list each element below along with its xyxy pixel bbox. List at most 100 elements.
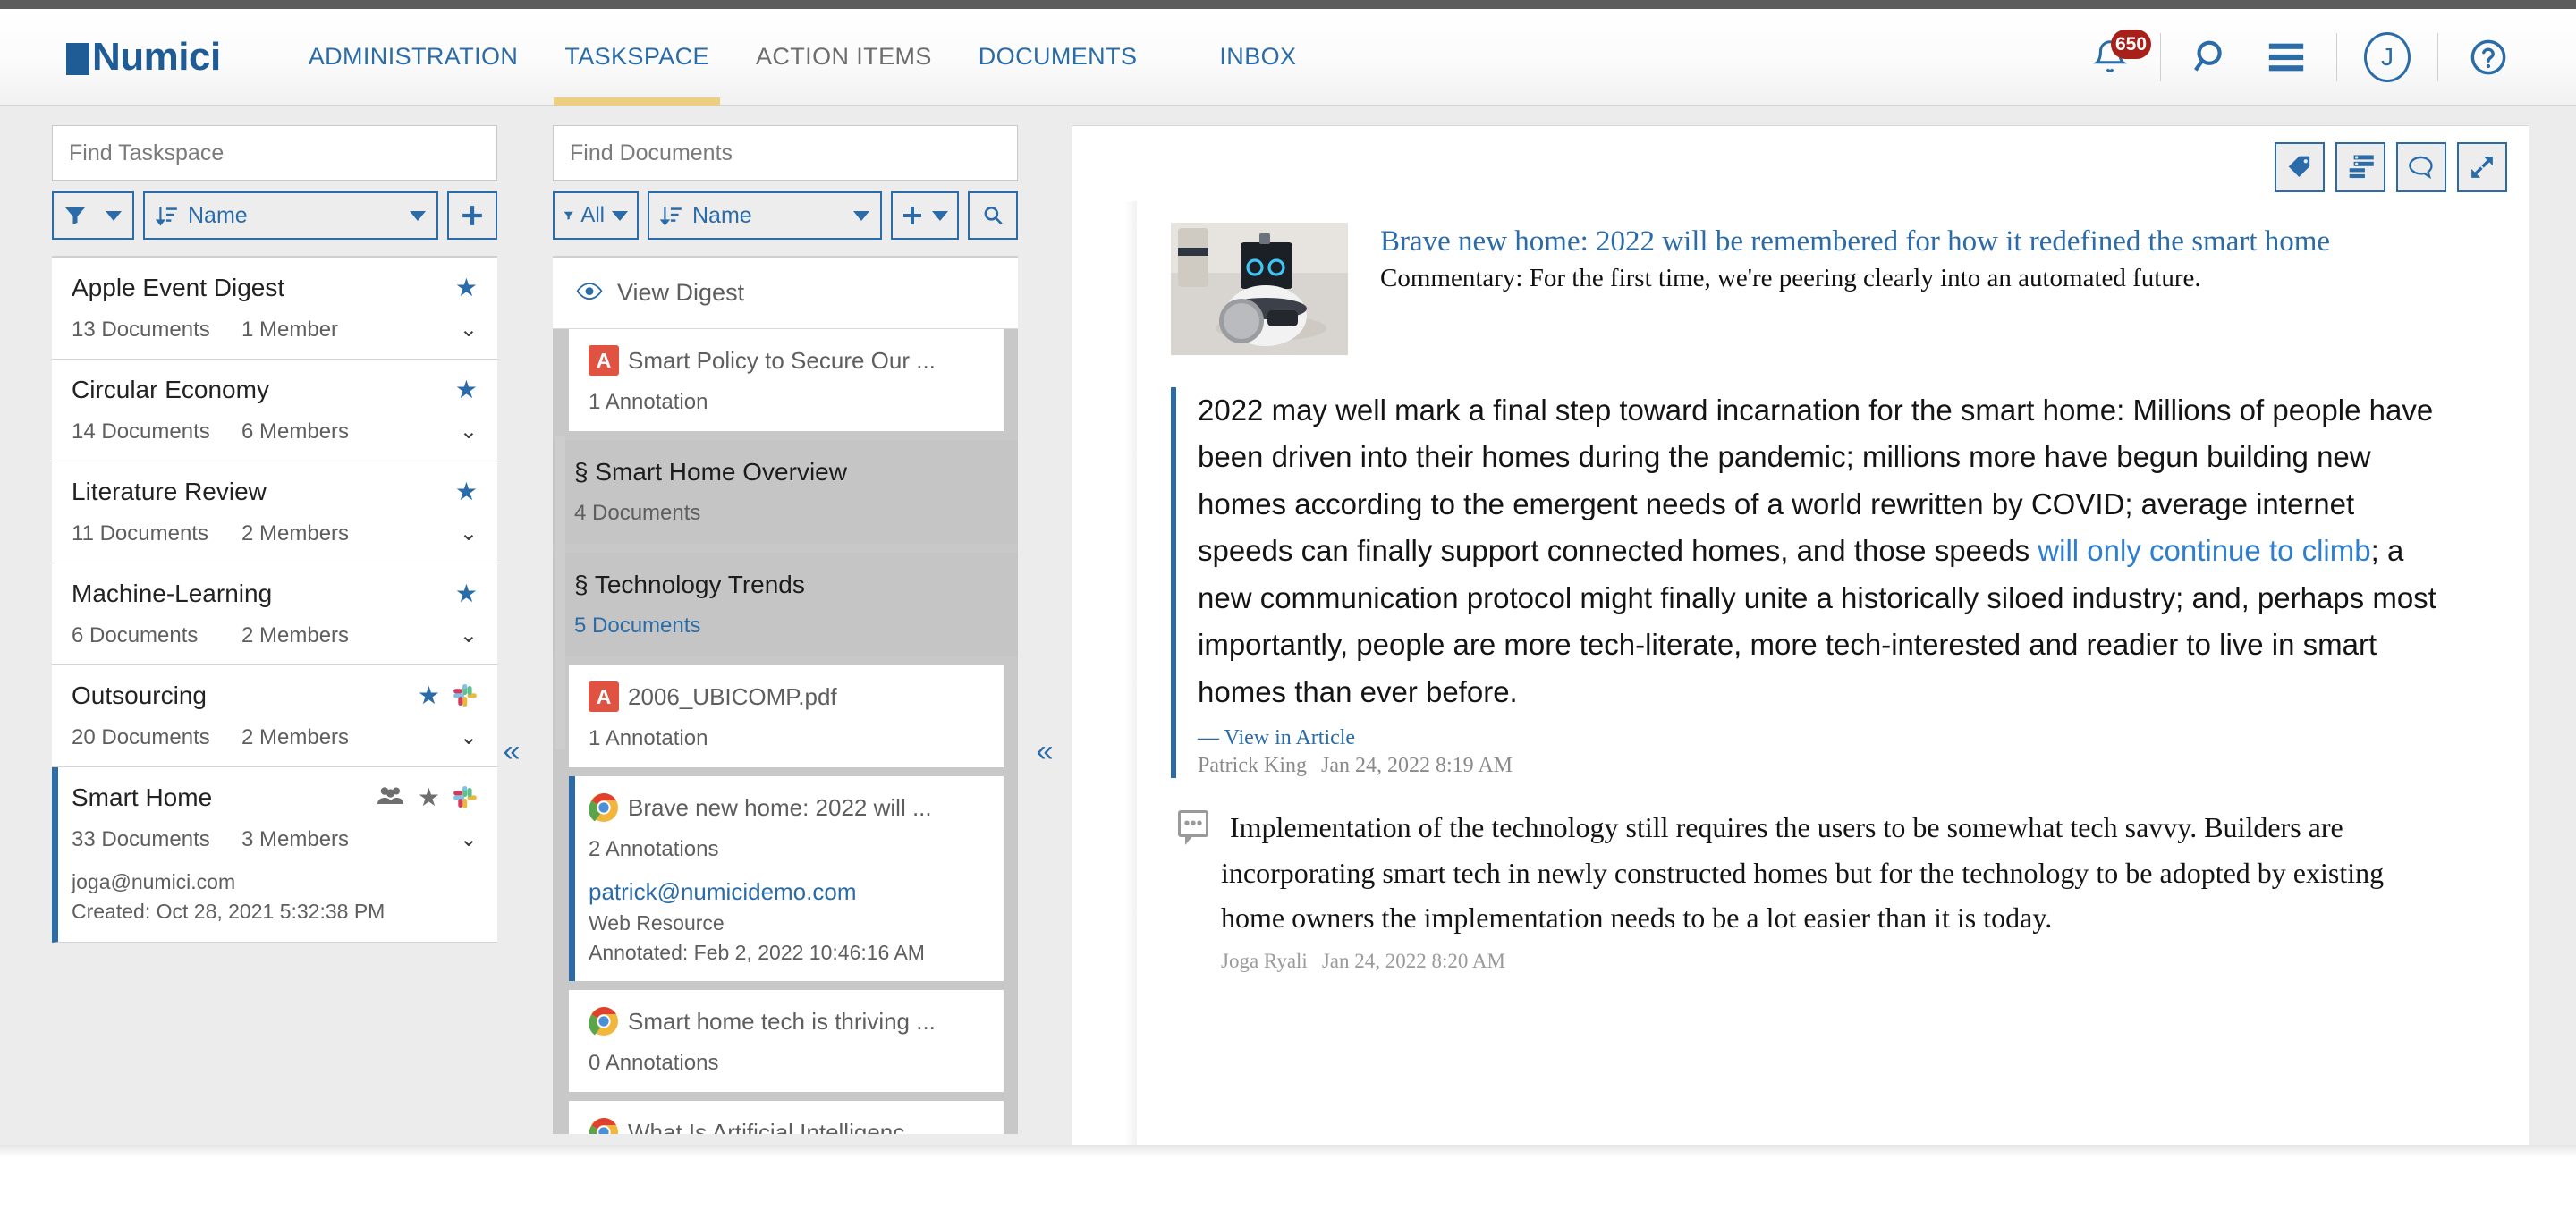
- documents-scrollbar-thumb[interactable]: [555, 436, 565, 749]
- document-card-brave-new-home[interactable]: Brave new home: 2022 will ... 2 Annotati…: [569, 776, 1004, 981]
- summary-button[interactable]: [2335, 142, 2385, 192]
- comment-timestamp: Jan 24, 2022 8:20 AM: [1321, 949, 1505, 972]
- section-document-count[interactable]: 5 Documents: [574, 614, 998, 639]
- comment-text: Implementation of the technology still r…: [1221, 811, 2385, 935]
- star-icon[interactable]: ★: [455, 377, 478, 402]
- taskspace-name: Circular Economy: [72, 376, 269, 403]
- view-in-article-link[interactable]: — View in Article: [1198, 726, 2445, 750]
- view-digest-button[interactable]: View Digest: [553, 258, 1018, 329]
- filter-icon: [564, 211, 573, 220]
- taskspace-item-smart-home[interactable]: Smart Home ★ 33 Documents 3 Members ⌄ jo…: [52, 767, 497, 944]
- taskspace-name: Smart Home: [72, 783, 213, 811]
- chevron-down-icon[interactable]: ⌄: [460, 622, 478, 648]
- highlight-timestamp: Jan 24, 2022 8:19 AM: [1320, 754, 1513, 778]
- summary-list-icon: [2349, 155, 2374, 179]
- highlight-inline-link[interactable]: will only continue to climb: [2038, 534, 2370, 567]
- chevron-down-icon[interactable]: ⌄: [460, 520, 478, 546]
- global-search-button[interactable]: [2174, 29, 2249, 86]
- search-icon: [984, 207, 1003, 225]
- collapse-documents-panel-button[interactable]: «: [1027, 732, 1063, 771]
- section-title: § Smart Home Overview: [574, 458, 847, 486]
- article-subtitle: Commentary: For the first time, we're pe…: [1380, 264, 2201, 293]
- comment-icon: [2409, 156, 2433, 180]
- star-icon[interactable]: ★: [418, 785, 440, 810]
- chevron-left-double-icon: «: [1036, 733, 1054, 768]
- documents-filter-button[interactable]: All: [553, 191, 639, 240]
- documents-sort-button[interactable]: Name: [648, 191, 882, 240]
- star-icon[interactable]: ★: [455, 275, 478, 300]
- slack-icon[interactable]: [453, 683, 478, 708]
- document-section-smart-home-overview[interactable]: § Smart Home Overview 4 Documents: [553, 440, 1018, 544]
- document-card-what-is-ai[interactable]: What Is Artificial Intelligenc...: [569, 1101, 1004, 1134]
- taskspace-item-machine-learning[interactable]: Machine-Learning ★ 6 Documents 2 Members…: [52, 563, 497, 665]
- chevron-up-icon[interactable]: ⌄: [460, 826, 478, 852]
- slack-icon[interactable]: [453, 785, 478, 810]
- chevron-left-double-icon: «: [503, 733, 521, 768]
- taskspace-search-input[interactable]: [52, 125, 497, 181]
- taskspace-filter-button[interactable]: [52, 191, 134, 240]
- article-title[interactable]: Brave new home: 2022 will be remembered …: [1380, 223, 2445, 260]
- divider: [2336, 33, 2337, 81]
- documents-scroll-area[interactable]: A Smart Policy to Secure Our ... 1 Annot…: [553, 329, 1018, 1134]
- expand-button[interactable]: [2457, 142, 2507, 192]
- document-card-ubicomp-pdf[interactable]: A 2006_UBICOMP.pdf 1 Annotation: [569, 665, 1004, 767]
- help-icon: [2470, 39, 2506, 75]
- taskspace-name: Machine-Learning: [72, 580, 273, 607]
- chevron-down-icon[interactable]: ⌄: [460, 419, 478, 444]
- taskspace-document-count: 11 Documents: [72, 520, 208, 546]
- taskspace-add-button[interactable]: [447, 191, 497, 240]
- chevron-down-icon[interactable]: ⌄: [460, 724, 478, 750]
- comment-icon: •••: [1178, 810, 1208, 846]
- shared-members-icon[interactable]: [377, 785, 405, 810]
- taskspace-item-apple-event-digest[interactable]: Apple Event Digest ★ 13 Documents 1 Memb…: [52, 258, 497, 360]
- document-section-technology-trends[interactable]: § Technology Trends 5 Documents: [553, 553, 1018, 656]
- user-avatar-button[interactable]: J: [2350, 29, 2425, 86]
- documents-sort-label: Name: [692, 202, 752, 228]
- main-navigation: ADMINISTRATION TASKSPACE ACTION ITEMS DO…: [285, 9, 1320, 106]
- taskspace-document-count: 33 Documents: [72, 826, 210, 851]
- document-annotation-count: 1 Annotation: [589, 726, 708, 750]
- chevron-down-icon[interactable]: ⌄: [460, 317, 478, 343]
- notification-badge: 650: [2111, 30, 2152, 59]
- window-title-bar: [0, 0, 2576, 9]
- documents-add-button[interactable]: [891, 191, 959, 240]
- nav-item-taskspace[interactable]: TASKSPACE: [541, 9, 733, 106]
- chevron-down-icon: [932, 210, 948, 221]
- taskspace-item-circular-economy[interactable]: Circular Economy ★ 14 Documents 6 Member…: [52, 360, 497, 461]
- highlight-author: Patrick King: [1198, 754, 1307, 778]
- documents-search-input[interactable]: [553, 125, 1018, 181]
- expand-icon: [2471, 157, 2493, 178]
- app-logo[interactable]: Numici: [64, 35, 221, 80]
- collapse-taskspace-panel-button[interactable]: «: [494, 732, 530, 771]
- taskspace-member-count: 2 Members: [242, 724, 350, 749]
- article-reader[interactable]: Brave new home: 2022 will be remembered …: [1124, 201, 2480, 1176]
- taskspace-panel: Name Apple Event Digest ★ 13 Documents: [52, 125, 497, 944]
- document-owner-email[interactable]: patrick@numicidemo.com: [589, 878, 986, 906]
- avatar: J: [2364, 32, 2411, 82]
- taskspace-item-outsourcing[interactable]: Outsourcing ★ 20 Documents 2 Members ⌄: [52, 665, 497, 767]
- taskspace-sort-button[interactable]: Name: [143, 191, 438, 240]
- notifications-button[interactable]: 650: [2072, 29, 2152, 86]
- plus-icon: [462, 206, 482, 225]
- nav-item-documents[interactable]: DOCUMENTS: [955, 9, 1161, 106]
- section-title: § Technology Trends: [574, 571, 805, 598]
- taskspace-document-count: 14 Documents: [72, 419, 210, 444]
- nav-item-administration[interactable]: ADMINISTRATION: [285, 9, 542, 106]
- nav-item-inbox[interactable]: INBOX: [1196, 9, 1319, 106]
- star-icon[interactable]: ★: [455, 479, 478, 504]
- comment-button[interactable]: [2396, 142, 2446, 192]
- star-icon[interactable]: ★: [455, 581, 478, 606]
- documents-search-button[interactable]: [968, 191, 1018, 240]
- page-bottom-area: [0, 1145, 2576, 1227]
- star-icon[interactable]: ★: [418, 683, 440, 708]
- taskspace-created: Created: Oct 28, 2021 5:32:38 PM: [72, 900, 386, 924]
- menu-button[interactable]: [2249, 29, 2324, 86]
- taskspace-item-literature-review[interactable]: Literature Review ★ 11 Documents 2 Membe…: [52, 461, 497, 563]
- document-card-smart-policy[interactable]: A Smart Policy to Secure Our ... 1 Annot…: [569, 329, 1004, 431]
- taskspace-document-count: 6 Documents: [72, 622, 199, 647]
- help-button[interactable]: [2451, 29, 2526, 86]
- document-card-smart-home-tech[interactable]: Smart home tech is thriving ... 0 Annota…: [569, 990, 1004, 1092]
- tag-button[interactable]: [2275, 142, 2325, 192]
- nav-item-action-items[interactable]: ACTION ITEMS: [733, 9, 955, 106]
- taskspace-document-count: 20 Documents: [72, 724, 210, 749]
